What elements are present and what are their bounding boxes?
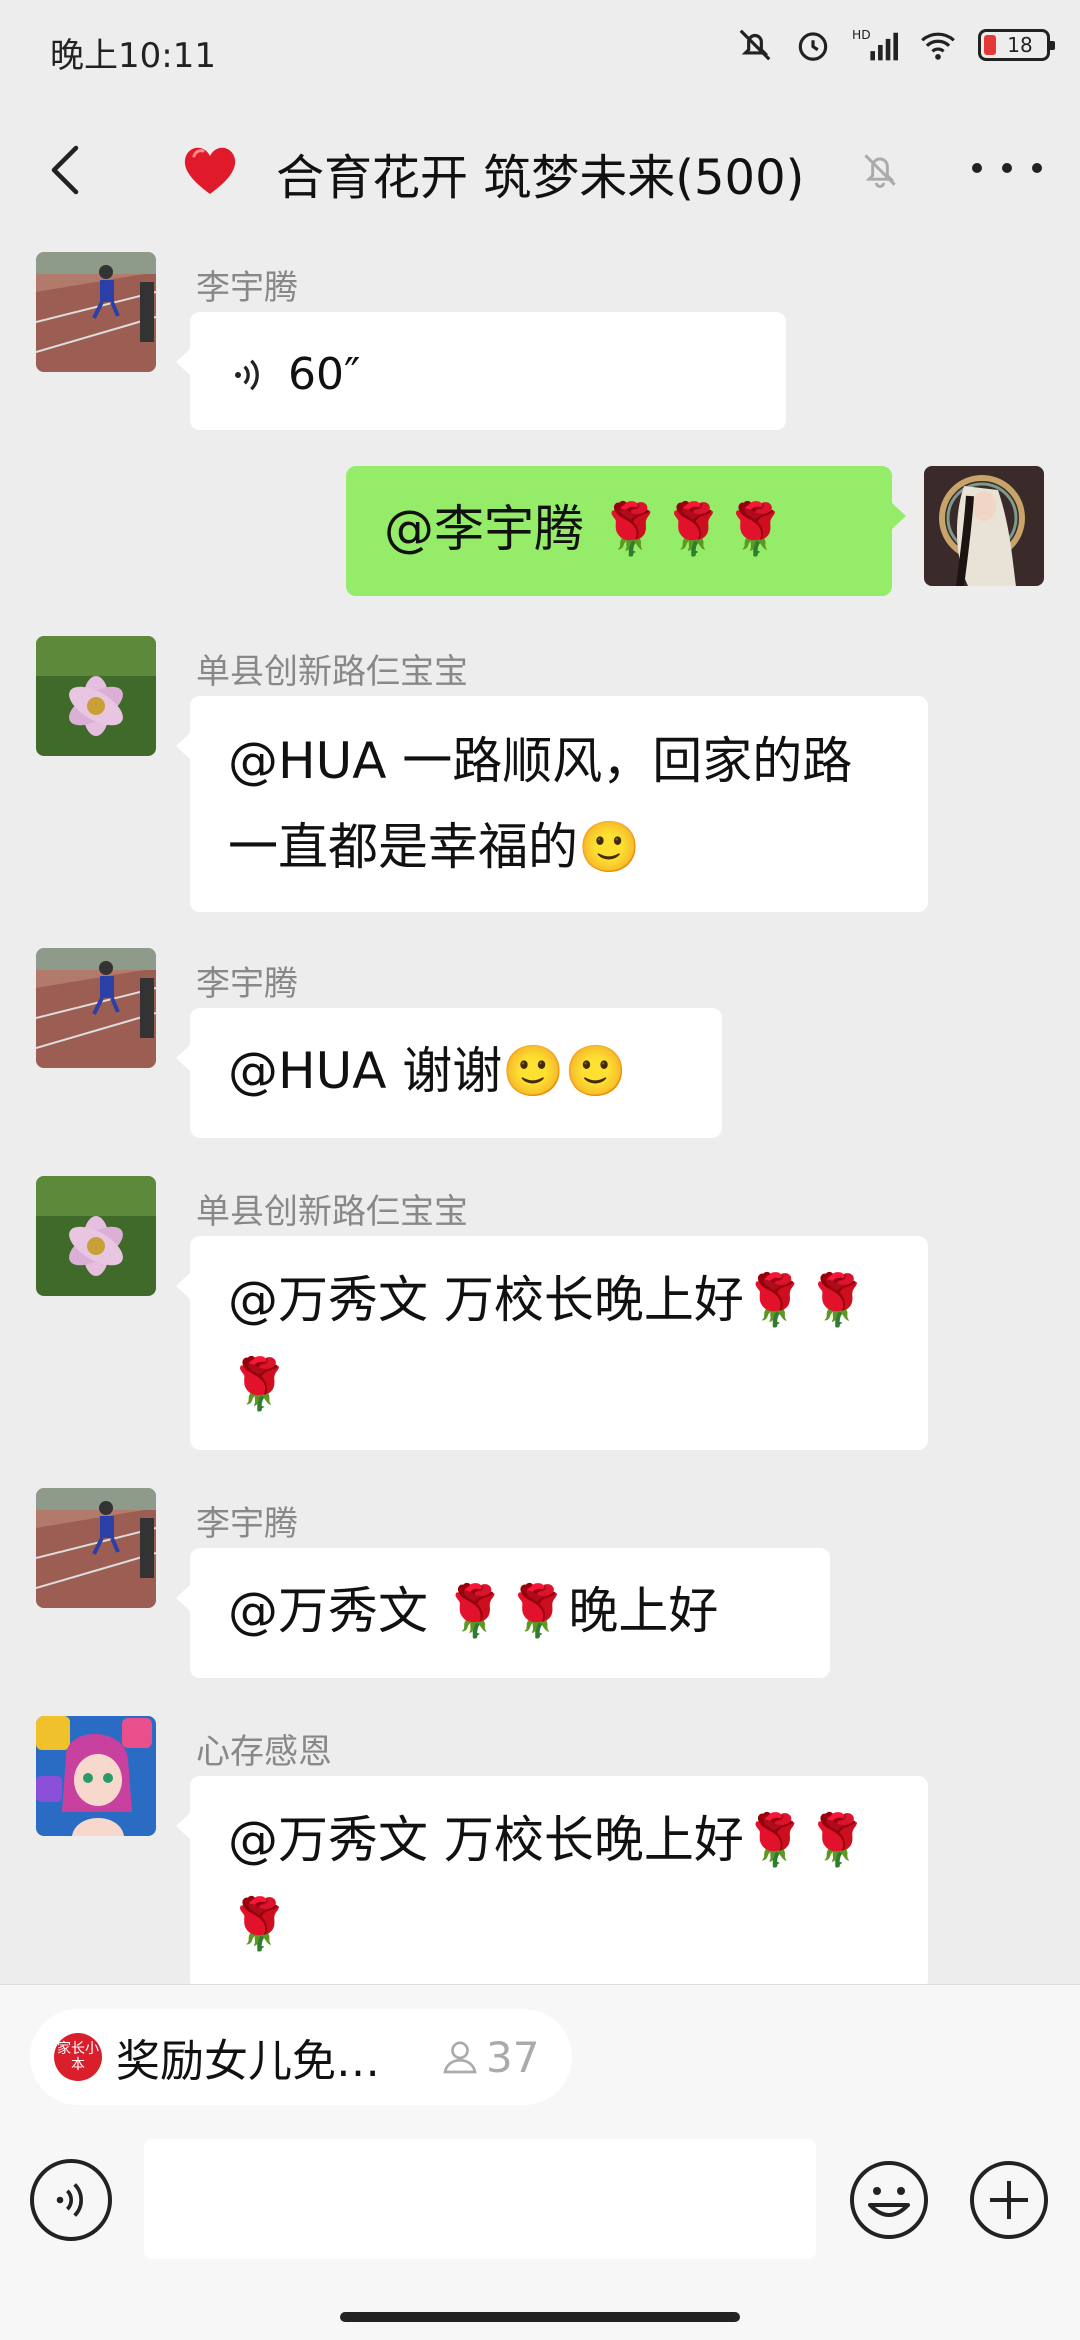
own-message-bubble[interactable]: @李宇腾 🌹🌹🌹 [346,466,906,596]
message-bubble[interactable]: @HUA 一路顺风，回家的路一直都是幸福的🙂 [176,696,928,912]
message-text: @李宇腾 🌹🌹🌹 [384,500,787,558]
message-bubble[interactable]: @万秀文 🌹🌹晚上好 [176,1548,830,1678]
message-input[interactable] [144,2139,816,2259]
input-toolbar [0,2135,1080,2265]
avatar[interactable] [36,1488,156,1608]
voice-wave-icon [235,359,259,391]
sender-name: 李宇腾 [196,1504,298,1544]
hd-signal-icon: HD [852,28,898,61]
back-icon[interactable] [38,140,98,200]
battery-icon: 18 [978,29,1055,61]
message-text: @万秀文 万校长晚上好🌹🌹🌹 [228,1811,869,1953]
person-icon [443,2041,477,2074]
notice-title: 奖励女儿免… [116,2036,380,2087]
bottom-panel: 家长小本 奖励女儿免… 37 [0,1984,1080,2340]
svg-text:HD: HD [852,28,871,42]
message-text: @HUA 谢谢🙂🙂 [228,1042,627,1100]
notice-count: 37 [486,2032,540,2082]
alarm-icon [798,32,828,61]
mute-bell-icon [739,29,771,61]
group-notice-chip[interactable]: 家长小本 奖励女儿免… 37 [30,2009,572,2105]
avatar[interactable] [924,466,1044,586]
chat-message-list[interactable]: 李宇腾 60″ @李宇腾 🌹🌹🌹 单县创新路仨宝宝 @HUA 一路顺风，回家的路… [0,240,1080,1984]
chat-title[interactable]: 合育花开 筑梦未来(500) [276,138,804,208]
sender-name: 李宇腾 [196,268,298,308]
voice-message-bubble[interactable]: 60″ [176,312,786,430]
chat-header: 合育花开 筑梦未来(500) [0,110,1080,230]
voice-duration: 60″ [288,349,361,400]
status-bar: 晚上10:11 HD 18 [0,0,1080,100]
avatar[interactable] [36,636,156,756]
message-bubble[interactable]: @万秀文 万校长晚上好🌹🌹🌹 [176,1776,928,1984]
wifi-icon [921,32,955,60]
message-text: @万秀文 🌹🌹晚上好 [228,1582,719,1640]
emoji-icon[interactable] [848,2159,930,2241]
mute-icon [864,154,896,188]
avatar[interactable] [36,948,156,1068]
battery-level: 18 [1007,33,1033,57]
plus-icon[interactable] [968,2159,1050,2241]
voice-input-button[interactable] [30,2159,112,2241]
message-text: @HUA 一路顺风，回家的路一直都是幸福的🙂 [228,732,853,876]
message-bubble[interactable]: @HUA 谢谢🙂🙂 [176,1008,722,1138]
sender-name: 单县创新路仨宝宝 [196,1192,468,1232]
avatar[interactable] [36,1716,156,1836]
more-icon[interactable] [972,148,1042,188]
sender-name: 单县创新路仨宝宝 [196,652,468,692]
message-bubble[interactable]: @万秀文 万校长晚上好🌹🌹🌹 [176,1236,928,1450]
home-indicator[interactable] [340,2312,740,2322]
status-time: 晚上10:11 [50,36,216,76]
avatar[interactable] [36,1176,156,1296]
notice-logo: 家长小本 [54,2033,102,2081]
message-text: @万秀文 万校长晚上好🌹🌹🌹 [228,1271,869,1413]
sender-name: 心存感恩 [196,1732,332,1772]
heart-icon [184,147,236,194]
voice-wave-icon [56,2183,83,2217]
sender-name: 李宇腾 [196,964,298,1004]
avatar[interactable] [36,252,156,372]
status-icons: HD 18 [736,26,1055,64]
